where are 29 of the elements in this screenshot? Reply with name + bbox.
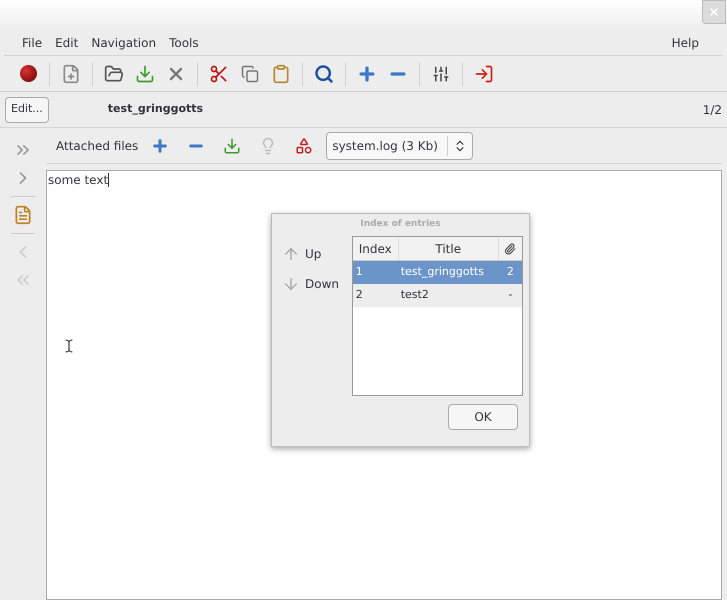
table-cell-text: -	[507, 287, 514, 304]
menu-item[interactable]: Tools	[169, 34, 199, 52]
column-header[interactable]: Index	[352, 237, 399, 260]
up-icon	[282, 245, 300, 263]
document-icon[interactable]	[13, 205, 33, 225]
attachments-label: Attached files	[56, 138, 138, 154]
menu-item[interactable]: Navigation	[91, 34, 156, 52]
file-select[interactable]: system.log (3 Kb)	[326, 132, 474, 160]
menu-item[interactable]: File	[22, 34, 42, 52]
entry-counter: 1/2	[702, 102, 722, 118]
ok-button[interactable]: OK	[448, 404, 518, 430]
column-header[interactable]: Title	[398, 237, 499, 260]
menu-item[interactable]: Help	[672, 34, 699, 52]
attachment-icon[interactable]	[504, 242, 516, 254]
table-cell-text: 2	[506, 264, 515, 280]
editor-text: some text	[47, 173, 110, 187]
move-button[interactable]: Up	[282, 242, 346, 266]
table-cell-text: test2	[400, 287, 430, 304]
table-cell-text: 1	[354, 264, 364, 280]
table-row[interactable]: 2 test2 -	[352, 284, 522, 307]
move-button[interactable]: Down	[282, 272, 346, 296]
table-cell-text: test_gringgotts	[400, 264, 485, 280]
table-cell-text: 2	[354, 287, 364, 304]
dialog-title: Index of entries	[360, 218, 441, 232]
menu-item[interactable]: Edit	[55, 34, 78, 52]
down-icon	[282, 275, 300, 293]
entry-title: test_gringgotts	[108, 101, 204, 118]
close-icon	[708, 6, 720, 18]
edit-button[interactable]: Edit...	[5, 96, 49, 122]
